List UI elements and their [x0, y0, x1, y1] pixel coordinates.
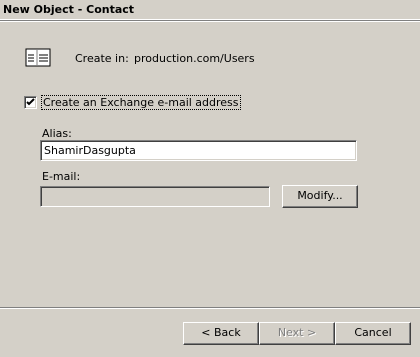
- next-button[interactable]: Next >: [259, 322, 335, 345]
- email-label: E-mail:: [42, 170, 81, 183]
- title-bar: New Object - Contact: [0, 0, 420, 20]
- email-field[interactable]: [40, 186, 270, 207]
- window-title: New Object - Contact: [3, 3, 135, 16]
- create-in-path: production.com/Users: [134, 52, 255, 65]
- back-button[interactable]: < Back: [183, 322, 259, 345]
- contact-card-icon: [24, 47, 52, 69]
- cancel-button[interactable]: Cancel: [335, 322, 411, 345]
- checkmark-icon: [26, 98, 35, 106]
- create-exchange-address-checkbox[interactable]: [24, 96, 37, 109]
- create-in-label: Create in:: [75, 52, 129, 65]
- create-exchange-address-label[interactable]: Create an Exchange e-mail address: [41, 95, 241, 110]
- alias-label: Alias:: [42, 127, 72, 140]
- footer-separator: [0, 307, 420, 309]
- modify-button[interactable]: Modify...: [282, 185, 358, 208]
- alias-input[interactable]: ShamirDasgupta: [40, 140, 357, 161]
- header-separator: [0, 20, 420, 22]
